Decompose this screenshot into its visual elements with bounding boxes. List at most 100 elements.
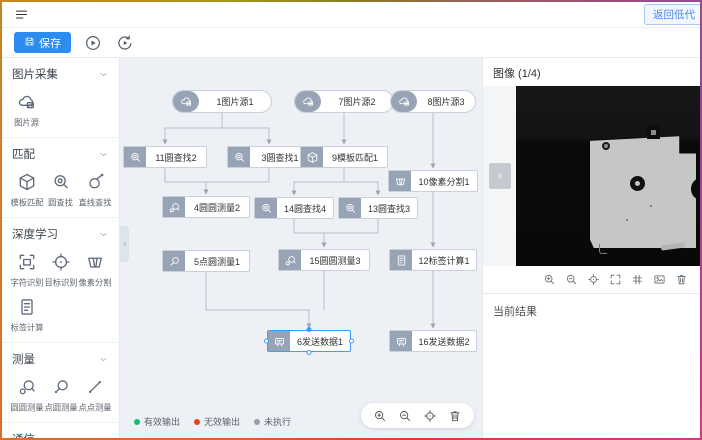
sidebar-item-label: 点圆测量 [44,402,77,414]
sidebar-section-label: 匹配 [12,146,35,162]
sidebar-item[interactable]: 模板匹配 [10,172,44,209]
app-body: 图片采集图片源匹配模板匹配圆查找直线查找深度学习字符识别目标识别像素分割标签计算… [2,58,700,438]
cloud-image-icon [295,91,321,112]
save-button[interactable]: 保存 [14,32,71,53]
sidebar-section-label: 通信 [12,431,35,438]
status-legend: 有效输出无效输出未执行 [134,415,291,428]
sidebar-item-label: 像素分割 [78,277,111,289]
sidebar-section-label: 深度学习 [12,226,58,242]
segmentation-icon [389,171,411,191]
save-button-label: 保存 [39,35,61,51]
flow-node[interactable]: 14圆查找4 [254,197,334,219]
sidebar-section: 深度学习字符识别目标识别像素分割标签计算 [2,218,119,343]
flow-node[interactable]: 12标签计算1 [389,249,477,271]
flow-node[interactable]: 11圆查找2 [123,146,207,168]
flow-node[interactable]: 6发送数据1 [267,330,351,352]
image-zoom-out-button[interactable] [565,273,578,286]
canvas-zoom-in-button[interactable] [373,409,387,423]
prev-image-button[interactable] [489,163,511,189]
legend-label: 无效输出 [204,415,240,428]
canvas-locate-button[interactable] [423,409,437,423]
sidebar-item-label: 图片源 [15,117,40,129]
flow-node[interactable]: 4圆圆测量2 [162,196,250,218]
sidebar-item[interactable]: 点圆测量 [44,377,78,414]
sidebar-section-label: 图片采集 [12,66,58,82]
sidebar-section-header[interactable]: 图片采集 [2,58,119,86]
sidebar-item[interactable]: 圆查找 [44,172,78,209]
sidebar-item-label: 圆圆测量 [10,402,43,414]
sidebar-section: 测量圆圆测量点圆测量点点测量 [2,343,119,423]
flow-node[interactable]: 7图片源2 [294,90,394,113]
flow-node[interactable]: 8图片源3 [390,90,476,113]
node-port-handle[interactable] [307,350,312,355]
node-label: 10像素分割1 [411,171,477,191]
image-locate-button[interactable] [587,273,600,286]
return-lowcode-button[interactable]: 返回低代 [644,4,700,25]
flow-node[interactable]: 5点圆测量1 [162,250,250,272]
image-fullscreen-button[interactable] [609,273,622,286]
run-loop-button[interactable] [115,33,135,53]
flow-node[interactable]: 16发送数据2 [389,330,477,352]
measure-cc-icon [279,250,301,270]
sidebar-item[interactable]: 标签计算 [10,297,44,334]
cube-icon [301,147,323,167]
app-window: 返回低代 保存 图片采集图片源匹配模板匹配圆查找直线查找深度学习字符识别目标识别… [2,2,700,438]
flow-node[interactable]: 15圆圆测量3 [278,249,370,271]
sidebar-item[interactable]: 直线查找 [78,172,112,209]
legend-item-pending: 未执行 [254,415,291,428]
sidebar-item[interactable]: 像素分割 [78,252,112,289]
cloud-image-icon [17,92,37,112]
node-port-handle[interactable] [349,339,354,344]
chevron-down-icon [98,229,109,240]
sidebar-item-label: 目标识别 [44,277,77,289]
image-trash-button[interactable] [675,273,688,286]
ocr-icon [17,252,37,272]
flow-canvas[interactable]: 有效输出无效输出未执行 1图片源17图片源28图片源311圆查找23圆查找19模… [120,58,482,438]
image-zoom-in-button[interactable] [543,273,556,286]
menu-hamburger-icon[interactable] [14,7,29,22]
chevron-down-icon [98,69,109,80]
sidebar-item-label: 点点测量 [78,402,111,414]
flow-node[interactable]: 1图片源1 [172,90,272,113]
node-label: 11圆查找2 [146,147,206,167]
sidebar-item-label: 圆查找 [49,197,74,209]
flow-edges [120,58,482,437]
sidebar-section-header[interactable]: 测量 [2,343,119,371]
sidebar-section-header[interactable]: 匹配 [2,138,119,166]
legend-dot [194,419,200,425]
canvas-trash-button[interactable] [448,409,462,423]
tool-sidebar: 图片采集图片源匹配模板匹配圆查找直线查找深度学习字符识别目标识别像素分割标签计算… [2,58,120,438]
sidebar-item-label: 字符识别 [10,277,43,289]
legend-dot [134,419,140,425]
sidebar-item[interactable]: 点点测量 [78,377,112,414]
main-toolbar: 保存 [2,28,700,58]
circle-find-icon [51,172,71,192]
sidebar-section: 图片采集图片源 [2,58,119,138]
sidebar-item-label: 模板匹配 [10,197,43,209]
sidebar-section-header[interactable]: 深度学习 [2,218,119,246]
node-label: 12标签计算1 [412,250,476,270]
flow-node[interactable]: 9模板匹配1 [300,146,388,168]
node-port-handle[interactable] [307,327,312,332]
flow-node[interactable]: 13圆查找3 [338,197,418,219]
sidebar-section-header[interactable]: 通信 [2,423,119,438]
sidebar-collapse-handle[interactable] [120,226,129,262]
node-label: 5点圆测量1 [185,251,249,271]
image-fit-image-button[interactable] [653,273,666,286]
app-frame: 返回低代 保存 图片采集图片源匹配模板匹配圆查找直线查找深度学习字符识别目标识别… [0,0,702,440]
run-button[interactable] [83,33,103,53]
sidebar-item[interactable]: 字符识别 [10,252,44,289]
flow-node[interactable]: 10像素分割1 [388,170,478,192]
current-result-header: 当前结果 [483,294,700,328]
sidebar-item[interactable]: 圆圆测量 [10,377,44,414]
circle-find-icon [228,147,250,167]
node-port-handle[interactable] [264,339,269,344]
canvas-zoom-out-button[interactable] [398,409,412,423]
sidebar-item[interactable]: 目标识别 [44,252,78,289]
sidebar-item[interactable]: 图片源 [10,92,44,129]
image-grid-button[interactable] [631,273,644,286]
image-counter-header: 图像 (1/4) [483,58,700,86]
flow-node[interactable]: 3圆查找1 [227,146,311,168]
doc-calc-icon [390,250,412,270]
measure-cc-icon [17,377,37,397]
